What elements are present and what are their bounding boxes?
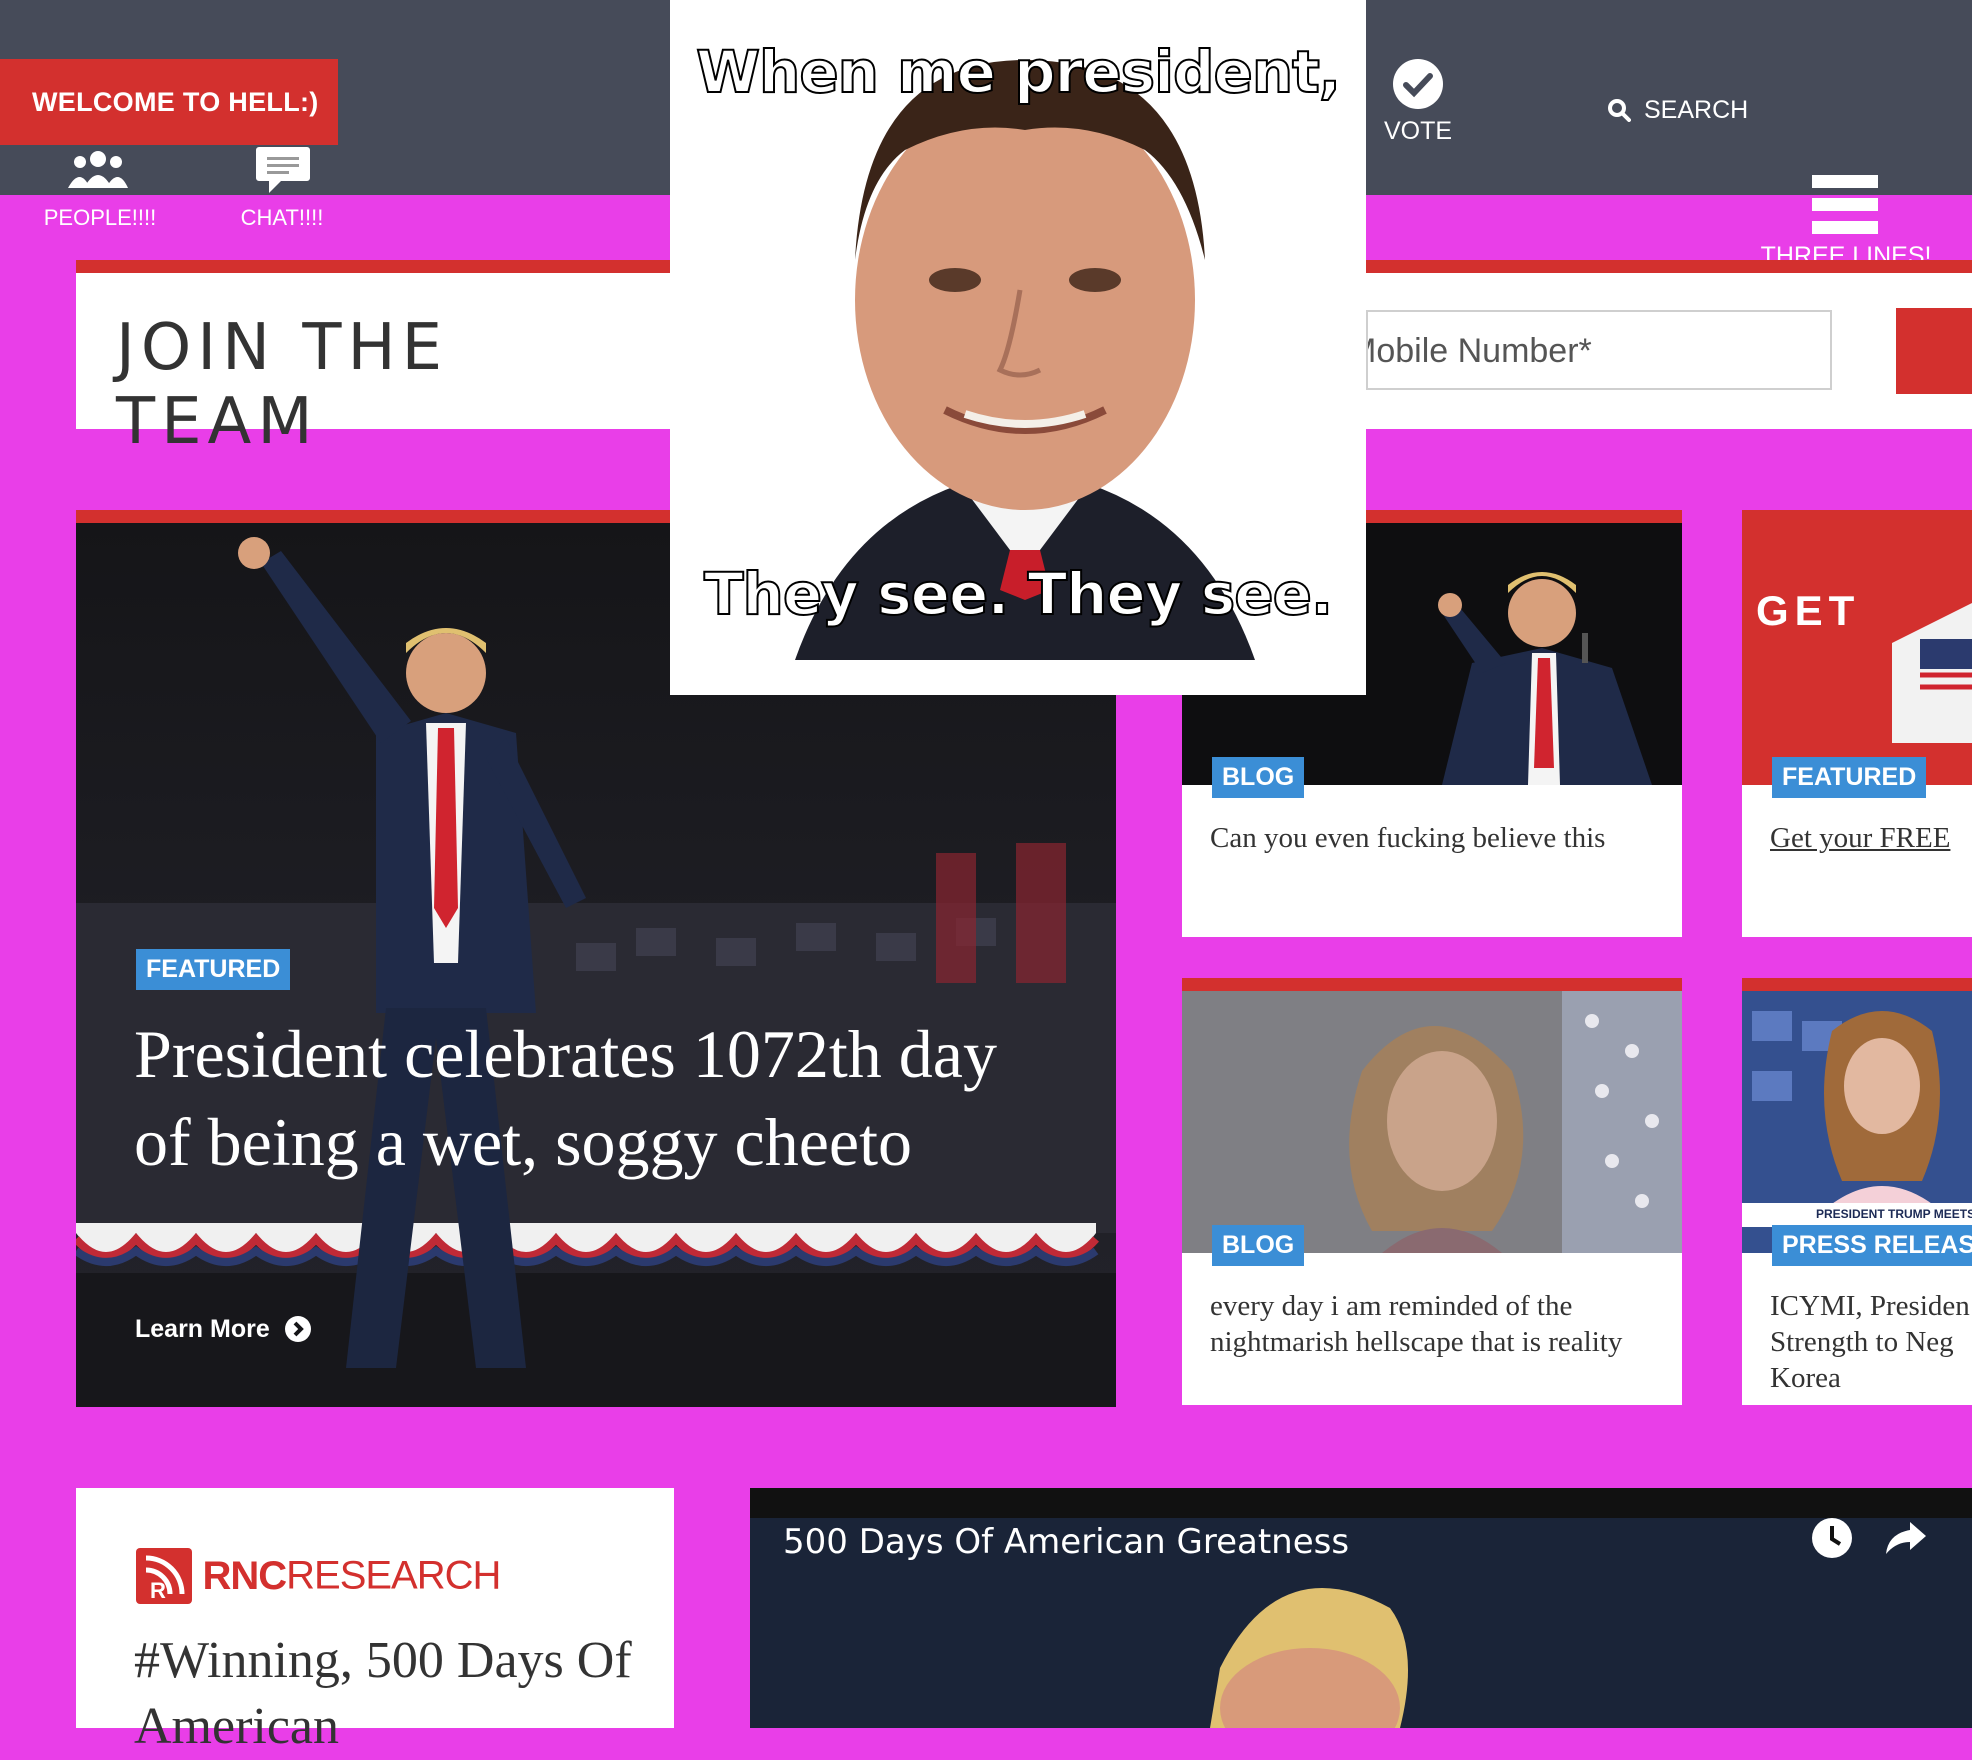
nav-people[interactable]: PEOPLE!!!! bbox=[30, 145, 170, 235]
watch-later-icon[interactable] bbox=[1810, 1516, 1854, 1560]
card2-tag[interactable]: FEATURED bbox=[1772, 757, 1927, 798]
meme-top-text: When me president, bbox=[695, 37, 1342, 107]
card2-top-border bbox=[1742, 510, 1972, 523]
nav-search-label: SEARCH bbox=[1644, 96, 1749, 124]
meme-overlay[interactable]: When me president, They see. They see. bbox=[670, 0, 1366, 695]
search-icon bbox=[1608, 99, 1631, 122]
welcome-banner[interactable]: WELCOME TO HELL:) bbox=[0, 59, 338, 145]
hero-tag[interactable]: FEATURED bbox=[136, 949, 291, 990]
share-icon[interactable] bbox=[1884, 1518, 1928, 1558]
card4-image-text: PRESIDENT TRUMP MEETS W bbox=[1816, 1207, 1972, 1221]
nav-people-label: PEOPLE!!!! bbox=[43, 205, 157, 230]
hero-learn-more[interactable]: Learn More bbox=[135, 1315, 312, 1349]
join-the-team-panel: JOIN THE TEAM bbox=[76, 273, 670, 459]
research-title[interactable]: #Winning, 500 Days Of American bbox=[134, 1628, 654, 1760]
hero-title[interactable]: President celebrates 1072th day of being… bbox=[134, 1010, 1034, 1186]
check-circle-icon bbox=[1393, 59, 1443, 109]
card3-title[interactable]: every day i am reminded of the nightmari… bbox=[1210, 1288, 1660, 1360]
card4-tag[interactable]: PRESS RELEASE bbox=[1772, 1225, 1972, 1266]
meme-bottom-text: They see. They see. bbox=[703, 559, 1334, 629]
mobile-number-field[interactable]: Mobile Number* bbox=[1366, 310, 1832, 390]
card2-image[interactable]: GET bbox=[1742, 523, 1972, 785]
arrow-circle-icon bbox=[285, 1316, 312, 1342]
card1-title[interactable]: Can you even fucking believe this bbox=[1210, 820, 1650, 856]
card2-body[interactable] bbox=[1742, 785, 1972, 937]
card4-title[interactable]: ICYMI, Presiden Strength to Neg Korea bbox=[1770, 1288, 1972, 1396]
card3-tag[interactable]: BLOG bbox=[1212, 1225, 1305, 1266]
card3-photo-illustration bbox=[1349, 991, 1682, 1253]
card1-tag[interactable]: BLOG bbox=[1212, 757, 1305, 798]
card2-title[interactable]: Get your FREE bbox=[1770, 820, 1950, 856]
card3-top-border bbox=[1182, 978, 1682, 991]
card2-flag-illustration bbox=[1892, 603, 1972, 743]
learn-more-label: Learn More bbox=[135, 1315, 270, 1343]
rss-logo-icon: R bbox=[136, 1548, 192, 1604]
card1-body[interactable] bbox=[1182, 785, 1682, 937]
nav-vote[interactable]: VOTE bbox=[1370, 55, 1466, 150]
hamburger-icon bbox=[1812, 175, 1878, 234]
rnc-logo-light: RESEARCH bbox=[286, 1553, 501, 1598]
card4-image[interactable]: PRESIDENT TRUMP MEETS W bbox=[1742, 991, 1972, 1253]
mobile-number-placeholder: Mobile Number* bbox=[1348, 332, 1592, 370]
join-title: JOIN THE TEAM bbox=[116, 311, 448, 459]
nav-vote-label: VOTE bbox=[1383, 117, 1453, 145]
card4-top-border bbox=[1742, 978, 1972, 991]
svg-text:R: R bbox=[150, 1578, 166, 1603]
nav-search[interactable]: SEARCH bbox=[1604, 92, 1764, 132]
video-player[interactable]: 500 Days Of American Greatness bbox=[750, 1488, 1972, 1728]
video-title[interactable]: 500 Days Of American Greatness bbox=[783, 1522, 1349, 1562]
nav-chat[interactable]: CHAT!!!! bbox=[222, 145, 342, 235]
join-submit-button[interactable] bbox=[1896, 308, 1972, 394]
rnc-logo-bold: RNC bbox=[202, 1553, 287, 1598]
rnc-research-logo[interactable]: R RNCRESEARCH bbox=[136, 1548, 501, 1604]
people-icon bbox=[68, 151, 128, 188]
chat-icon bbox=[256, 147, 310, 193]
card2-image-text: GET bbox=[1756, 587, 1861, 634]
card3-image[interactable] bbox=[1182, 991, 1682, 1253]
nav-chat-label: CHAT!!!! bbox=[240, 205, 324, 230]
